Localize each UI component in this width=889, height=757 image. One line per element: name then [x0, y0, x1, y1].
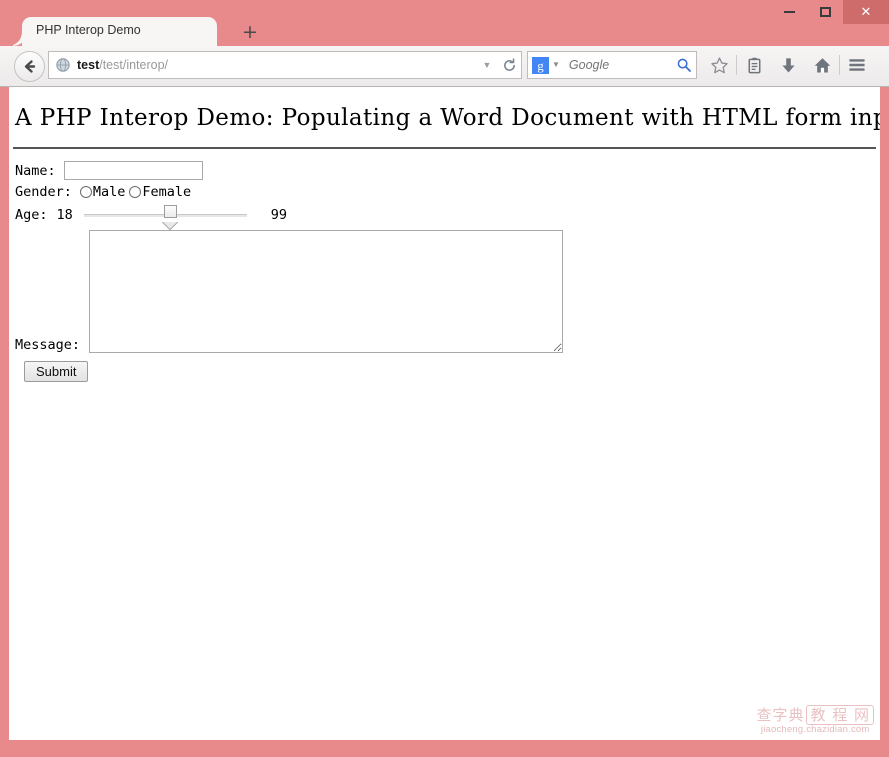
google-logo-icon[interactable]: g [532, 56, 549, 74]
back-arrow-icon [24, 60, 36, 73]
submit-row: Submit [15, 361, 874, 382]
search-box[interactable]: g ▼ [527, 51, 697, 79]
reading-list-button[interactable] [737, 51, 771, 79]
reload-icon [503, 57, 515, 71]
chevron-down-icon[interactable]: ▼ [477, 60, 497, 70]
message-textarea[interactable] [89, 230, 564, 353]
home-button[interactable] [805, 51, 839, 79]
new-tab-button[interactable]: + [240, 23, 260, 43]
interop-demo-form: Name: Gender: Male Female Age: 18 99 Mes… [9, 149, 880, 382]
url-path: /test/interop/ [99, 58, 169, 72]
radio-male-icon[interactable] [79, 186, 92, 198]
age-min-value: 18 [56, 207, 73, 223]
age-slider[interactable] [83, 205, 247, 225]
title-bar: ✕ PHP Interop Demo + [0, 0, 889, 46]
reload-button[interactable] [497, 57, 521, 73]
name-input[interactable] [63, 161, 203, 180]
bookmark-button[interactable] [702, 51, 736, 79]
age-max-value: 99 [270, 207, 288, 223]
gender-field-row: Gender: Male Female [15, 184, 874, 200]
toolbar-icon-group [702, 51, 874, 79]
downloads-icon [781, 57, 795, 73]
submit-button[interactable]: Submit [24, 361, 89, 382]
url-text: test/test/interop/ [77, 58, 477, 72]
watermark-logo-left: 查字典 [756, 705, 805, 724]
bookmark-star-icon [710, 56, 728, 73]
tab-title: PHP Interop Demo [36, 23, 141, 37]
gender-female-label: Female [142, 184, 192, 200]
page-content: A PHP Interop Demo: Populating a Word Do… [9, 87, 880, 740]
magnifier-icon [677, 58, 691, 72]
age-field-row: Age: 18 99 [15, 205, 874, 225]
maximize-icon [819, 7, 831, 17]
gender-label: Gender: [15, 184, 72, 200]
age-label: Age: [15, 207, 48, 223]
url-host: test [77, 58, 100, 72]
downloads-button[interactable] [771, 51, 805, 79]
menu-hamburger-icon [849, 59, 865, 71]
reading-list-icon [748, 57, 760, 73]
minimize-icon [783, 11, 795, 13]
watermark: 查字典教 程 网 jiaocheng.chazidian.com [756, 704, 874, 735]
url-bar[interactable]: test/test/interop/ ▼ [48, 51, 522, 79]
tab-php-interop-demo[interactable]: PHP Interop Demo [8, 17, 231, 46]
gender-options: Male Female [79, 184, 195, 200]
message-field-row: Message: [15, 230, 874, 353]
watermark-url: jiaocheng.chazidian.com [760, 724, 870, 735]
message-label: Message: [15, 337, 81, 353]
search-engine-chevron-down-icon[interactable]: ▼ [552, 61, 560, 69]
page-title: A PHP Interop Demo: Populating a Word Do… [15, 105, 880, 131]
watermark-logo: 查字典教 程 网 [756, 704, 874, 725]
back-button[interactable] [14, 51, 45, 82]
menu-button[interactable] [840, 51, 874, 79]
browser-window: ✕ PHP Interop Demo + test/test/interop/ [0, 0, 889, 757]
search-input[interactable] [566, 57, 672, 73]
name-field-row: Name: [15, 161, 874, 180]
globe-icon [56, 58, 70, 72]
name-label: Name: [15, 162, 56, 179]
navigation-toolbar: test/test/interop/ ▼ g ▼ [0, 46, 889, 87]
gender-option-male[interactable]: Male [79, 184, 130, 200]
age-slider-thumb[interactable] [163, 205, 177, 218]
watermark-logo-right: 教 程 网 [806, 704, 874, 725]
gender-option-female[interactable]: Female [129, 184, 195, 200]
gender-male-label: Male [92, 184, 126, 200]
search-submit-button[interactable] [672, 57, 696, 73]
home-icon [814, 57, 830, 73]
tab-strip: PHP Interop Demo + [0, 17, 889, 46]
radio-female-icon[interactable] [129, 186, 142, 198]
